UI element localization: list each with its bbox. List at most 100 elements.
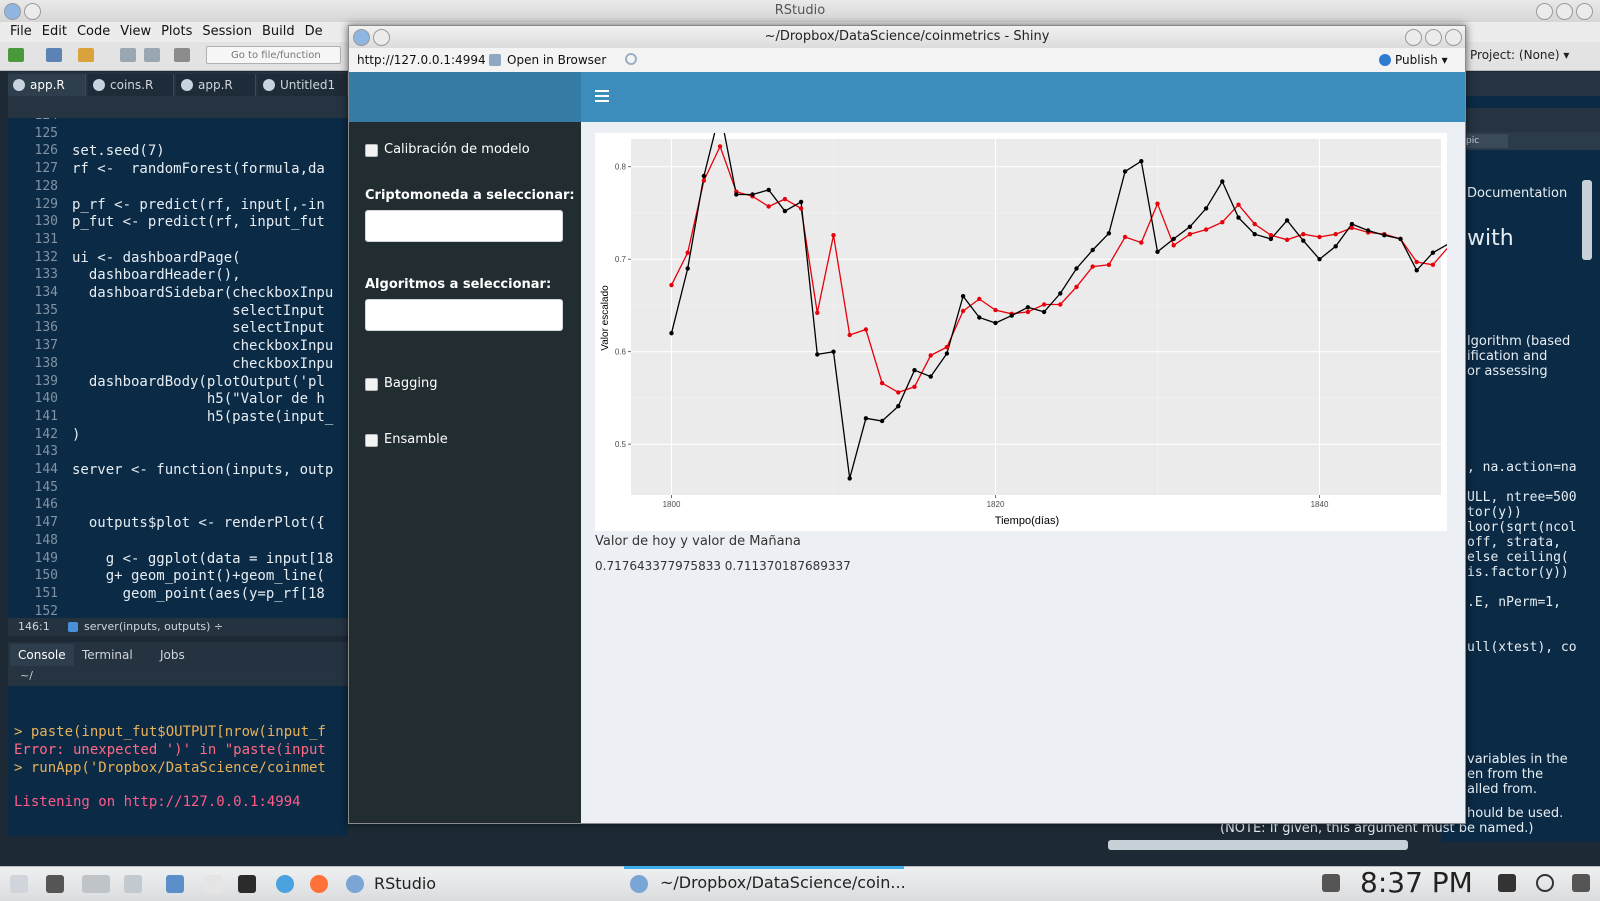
settings-icon[interactable] bbox=[276, 875, 294, 893]
taskbar-rstudio[interactable]: RStudio bbox=[374, 867, 436, 901]
data-point bbox=[1350, 222, 1354, 226]
line-number: 147 bbox=[8, 515, 58, 530]
code-line: g+ geom_point()+geom_line( bbox=[72, 568, 325, 584]
tab-untitled1[interactable]: Untitled1 bbox=[258, 74, 348, 96]
dashboard-sidebar: Calibración de modelo Criptomoneda a sel… bbox=[349, 122, 581, 823]
menu-view[interactable]: View bbox=[110, 22, 151, 39]
algoritmos-label: Algoritmos a seleccionar: bbox=[365, 277, 551, 292]
sidebar-toggle-icon[interactable] bbox=[595, 90, 609, 102]
ensamble-label: Ensamble bbox=[384, 432, 448, 447]
publish-icon bbox=[1379, 54, 1391, 66]
project-menu[interactable]: Project: (None) ▾ bbox=[1470, 45, 1569, 65]
shiny-close-button[interactable] bbox=[1445, 29, 1462, 46]
new-project-icon[interactable] bbox=[46, 48, 62, 62]
save-icon[interactable] bbox=[120, 48, 136, 62]
data-point bbox=[1155, 202, 1159, 206]
line-number: 150 bbox=[8, 568, 58, 583]
terminal-icon[interactable] bbox=[238, 875, 256, 893]
desktop-icon[interactable] bbox=[82, 875, 110, 893]
kde-menu-icon[interactable] bbox=[46, 875, 64, 893]
help-code: else ceiling( bbox=[1467, 550, 1569, 565]
menu-build[interactable]: Build bbox=[252, 22, 295, 39]
volume-icon[interactable] bbox=[1498, 874, 1516, 892]
firefox-icon[interactable] bbox=[310, 875, 328, 893]
print-icon[interactable] bbox=[174, 48, 190, 62]
line-number: 133 bbox=[8, 267, 58, 282]
tab-terminal[interactable]: Terminal bbox=[74, 644, 141, 666]
menu-file[interactable]: File bbox=[0, 22, 32, 39]
data-point bbox=[1058, 302, 1062, 306]
line-number: 134 bbox=[8, 285, 58, 300]
goto-file-input[interactable]: Go to file/function bbox=[206, 46, 341, 64]
notes-icon[interactable] bbox=[10, 875, 28, 893]
publish-button[interactable]: Publish ▾ bbox=[1395, 48, 1448, 72]
rstudio-icon bbox=[630, 875, 648, 893]
text-editor-icon[interactable] bbox=[204, 875, 222, 893]
calendar-icon[interactable] bbox=[124, 875, 142, 893]
console-output[interactable]: > paste(input_fut$OUTPUT[nrow(input_f Er… bbox=[8, 686, 348, 836]
data-point bbox=[1285, 238, 1289, 242]
tab-coins-r[interactable]: coins.R bbox=[88, 74, 174, 96]
menu-edit[interactable]: Edit bbox=[32, 22, 67, 39]
power-icon[interactable] bbox=[1536, 874, 1554, 892]
code-editor[interactable]: 124125126set.seed(7)127rf <- randomFores… bbox=[8, 118, 348, 618]
code-line: p_fut <- predict(rf, input_fut bbox=[72, 214, 325, 230]
rstudio-icon[interactable] bbox=[346, 875, 364, 893]
shiny-maximize-button[interactable] bbox=[1425, 29, 1442, 46]
menu-icon[interactable] bbox=[1572, 874, 1590, 892]
menu-debug[interactable]: De bbox=[295, 22, 323, 39]
menu-session[interactable]: Session bbox=[192, 22, 252, 39]
ensamble-checkbox[interactable] bbox=[365, 434, 378, 447]
algoritmos-select[interactable] bbox=[365, 299, 563, 331]
line-number: 151 bbox=[8, 586, 58, 601]
line-number: 136 bbox=[8, 320, 58, 335]
data-point bbox=[718, 144, 722, 148]
tab-jobs[interactable]: Jobs bbox=[152, 644, 193, 666]
console-path: ~/ bbox=[8, 666, 348, 686]
file-manager-icon[interactable] bbox=[166, 875, 184, 893]
data-point bbox=[1123, 235, 1127, 239]
data-point bbox=[1188, 225, 1192, 229]
data-point bbox=[912, 385, 916, 389]
help-code: off, strata, bbox=[1467, 535, 1561, 550]
new-file-icon[interactable] bbox=[8, 48, 24, 62]
open-in-browser-button[interactable]: Open in Browser bbox=[507, 48, 606, 72]
data-point bbox=[815, 352, 819, 356]
calibracion-label: Calibración de modelo bbox=[384, 142, 530, 157]
tab-app-r[interactable]: app.R bbox=[8, 74, 86, 96]
close-button[interactable] bbox=[1576, 3, 1593, 20]
calibracion-checkbox[interactable] bbox=[365, 144, 378, 157]
shiny-window: ~/Dropbox/DataScience/coinmetrics - Shin… bbox=[348, 25, 1466, 824]
data-point bbox=[831, 233, 835, 237]
line-number: 146 bbox=[8, 497, 58, 512]
tab-console[interactable]: Console bbox=[10, 644, 74, 666]
data-point bbox=[1415, 268, 1419, 272]
data-point bbox=[945, 351, 949, 355]
maximize-button[interactable] bbox=[1556, 3, 1573, 20]
menu-code[interactable]: Code bbox=[67, 22, 110, 39]
refresh-icon[interactable] bbox=[625, 53, 637, 65]
bagging-checkbox[interactable] bbox=[365, 378, 378, 391]
line-number: 142 bbox=[8, 427, 58, 442]
taskbar-active-window[interactable]: ~/Dropbox/DataScience/coin... bbox=[624, 866, 904, 900]
help-scrollbar[interactable] bbox=[1582, 180, 1592, 260]
shiny-minimize-button[interactable] bbox=[1405, 29, 1422, 46]
open-browser-icon bbox=[489, 54, 501, 66]
menu-plots[interactable]: Plots bbox=[151, 22, 192, 39]
line-number: 141 bbox=[8, 409, 58, 424]
save-all-icon[interactable] bbox=[144, 48, 160, 62]
clipboard-icon[interactable] bbox=[1322, 874, 1340, 892]
help-hscrollbar[interactable] bbox=[1108, 840, 1408, 850]
data-point bbox=[669, 331, 673, 335]
y-tick-label: 0.7 bbox=[615, 255, 627, 264]
line-number: 124 bbox=[8, 118, 58, 123]
scope-selector[interactable]: server(inputs, outputs) ÷ bbox=[84, 618, 223, 636]
minimize-button[interactable] bbox=[1536, 3, 1553, 20]
data-point bbox=[1204, 227, 1208, 231]
open-file-icon[interactable] bbox=[78, 48, 94, 62]
data-point bbox=[1139, 240, 1143, 244]
data-point bbox=[977, 297, 981, 301]
cripto-select[interactable] bbox=[365, 210, 563, 242]
data-point bbox=[1220, 220, 1224, 224]
tab-app-r-2[interactable]: app.R bbox=[176, 74, 256, 96]
